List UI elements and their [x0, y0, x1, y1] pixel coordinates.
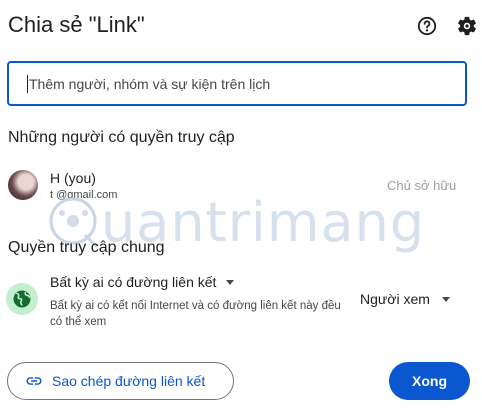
copy-link-label: Sao chép đường liên kết — [52, 373, 206, 389]
dropdown-arrow-icon — [226, 279, 235, 285]
general-access-selected: Bất kỳ ai có đường liên kết — [50, 274, 217, 290]
role-selected: Người xem — [360, 291, 430, 307]
done-button[interactable]: Xong — [389, 362, 470, 400]
dropdown-arrow-icon — [441, 296, 450, 302]
copy-link-button[interactable]: Sao chép đường liên kết — [7, 362, 234, 400]
person-email: t @gmail.com — [50, 189, 118, 201]
dialog-title: Chia sẻ "Link" — [8, 12, 145, 37]
settings-button[interactable] — [455, 14, 479, 38]
globe-icon — [13, 290, 31, 308]
role-dropdown[interactable]: Người xem — [360, 291, 450, 307]
help-button[interactable] — [415, 14, 439, 38]
person-name: H (you) — [50, 170, 96, 186]
add-people-input[interactable] — [29, 75, 449, 92]
help-icon — [417, 16, 437, 36]
avatar — [8, 170, 38, 200]
settings-gear-icon — [458, 16, 476, 36]
add-people-search-box[interactable] — [7, 61, 467, 106]
globe-badge — [6, 283, 38, 315]
people-with-access-heading: Những người có quyền truy cập — [8, 129, 235, 146]
general-access-description: Bất kỳ ai có kết nối Internet và có đườn… — [50, 300, 341, 328]
owner-role-label: Chủ sở hữu — [387, 178, 457, 193]
general-access-dropdown[interactable]: Bất kỳ ai có đường liên kết — [50, 274, 235, 290]
text-cursor — [27, 74, 28, 93]
general-access-heading: Quyền truy cập chung — [8, 239, 165, 256]
link-icon — [26, 377, 42, 385]
